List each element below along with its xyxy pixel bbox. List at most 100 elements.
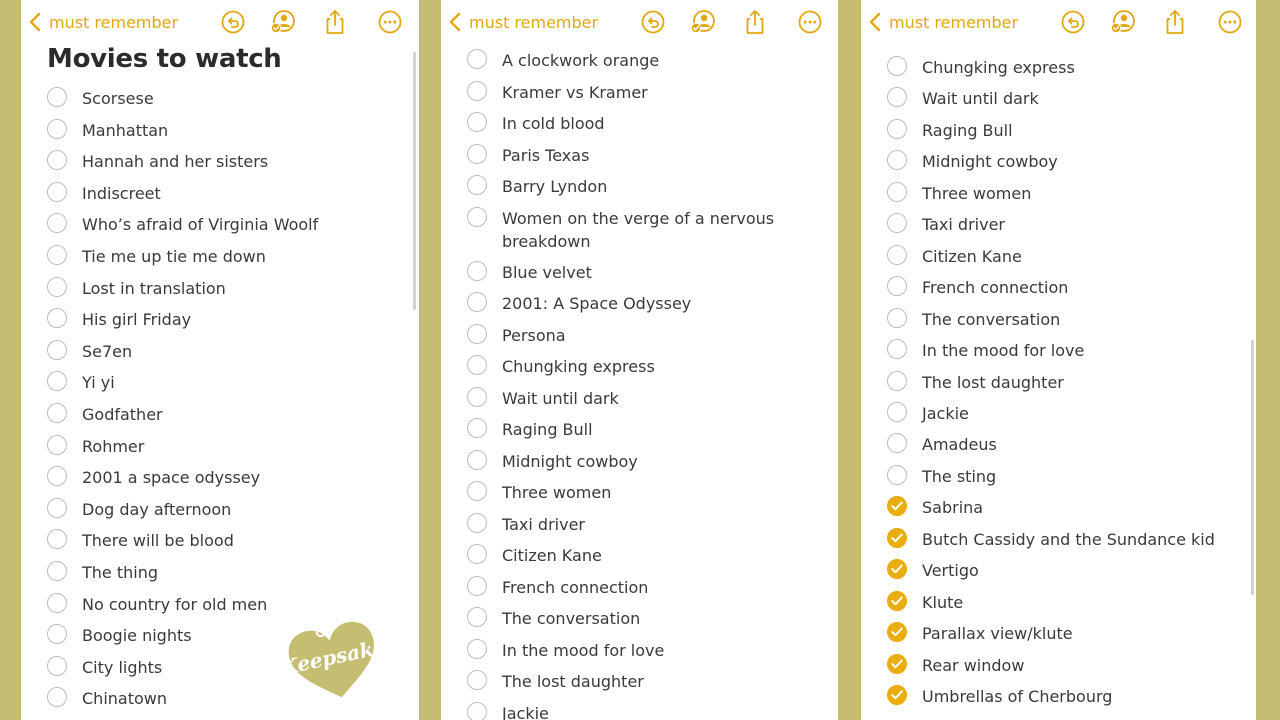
unchecked-circle-icon[interactable] [467, 292, 487, 312]
unchecked-circle-icon[interactable] [467, 260, 487, 281]
unchecked-circle-icon[interactable] [47, 308, 67, 329]
checked-circle-icon[interactable] [887, 622, 907, 643]
unchecked-circle-icon[interactable] [467, 481, 487, 501]
checklist-item[interactable]: Raging Bull [887, 118, 1236, 142]
unchecked-circle-icon[interactable] [467, 701, 487, 720]
scrollbar[interactable] [1251, 340, 1254, 595]
unchecked-circle-icon[interactable] [887, 401, 907, 422]
unchecked-circle-icon[interactable] [47, 529, 67, 550]
unchecked-circle-icon[interactable] [887, 307, 907, 328]
unchecked-circle-icon[interactable] [467, 49, 487, 69]
checklist-item[interactable]: The lost daughter [887, 370, 1236, 394]
checklist-item[interactable]: Hannah and her sisters [47, 149, 399, 173]
more-icon[interactable] [1217, 9, 1243, 35]
back-button[interactable]: must remember [29, 10, 178, 34]
unchecked-circle-icon[interactable] [47, 655, 67, 676]
unchecked-circle-icon[interactable] [47, 624, 67, 645]
checklist-item[interactable]: Barry Lyndon [467, 174, 818, 198]
unchecked-circle-icon[interactable] [47, 403, 67, 423]
unchecked-circle-icon[interactable] [467, 323, 487, 344]
unchecked-circle-icon[interactable] [887, 150, 907, 171]
checklist-item[interactable]: No country for old men [47, 592, 399, 616]
checklist-item[interactable]: Citizen Kane [887, 244, 1236, 268]
checklist-item[interactable]: Jackie [887, 401, 1236, 425]
unchecked-circle-icon[interactable] [887, 276, 907, 297]
unchecked-circle-icon[interactable] [887, 87, 907, 108]
unchecked-circle-icon[interactable] [47, 245, 67, 265]
checked-circle-icon[interactable] [887, 590, 907, 611]
back-button[interactable]: must remember [869, 10, 1018, 34]
checklist-item[interactable]: Sabrina [887, 495, 1236, 519]
checklist-item[interactable]: Lost in translation [47, 276, 399, 300]
checklist-item[interactable]: Wait until dark [887, 86, 1236, 110]
unchecked-circle-icon[interactable] [467, 575, 487, 596]
unchecked-circle-icon[interactable] [47, 371, 67, 392]
checklist-item[interactable]: Midnight cowboy [467, 449, 818, 473]
unchecked-circle-icon[interactable] [47, 87, 67, 107]
unchecked-circle-icon[interactable] [47, 434, 67, 455]
checklist-item[interactable]: His girl Friday [47, 307, 399, 331]
checklist-item[interactable]: Scorsese [47, 86, 399, 110]
checklist-item[interactable]: Three women [887, 181, 1236, 205]
checked-circle-icon[interactable] [887, 653, 907, 674]
share-person-icon[interactable] [1109, 9, 1135, 35]
checked-circle-icon[interactable] [887, 685, 907, 705]
unchecked-circle-icon[interactable] [467, 418, 487, 438]
checklist-item[interactable]: Rear window [887, 653, 1236, 677]
unchecked-circle-icon[interactable] [47, 592, 67, 613]
checklist-item[interactable]: The thing [47, 560, 399, 584]
checklist-item[interactable]: Persona [467, 323, 818, 347]
checklist-item[interactable]: In cold blood [467, 111, 818, 135]
checklist-item[interactable]: 2001: A Space Odyssey [467, 291, 818, 315]
checklist-item[interactable]: The sting [887, 464, 1236, 488]
unchecked-circle-icon[interactable] [47, 118, 67, 139]
checklist-item[interactable]: Midnight cowboy [887, 149, 1236, 173]
checklist-item[interactable]: Paris Texas [467, 143, 818, 167]
checklist-item[interactable]: Tie me up tie me down [47, 244, 399, 268]
checklist-item[interactable]: Vertigo [887, 558, 1236, 582]
checklist-item[interactable]: Indiscreet [47, 181, 399, 205]
unchecked-circle-icon[interactable] [467, 607, 487, 627]
share-icon[interactable] [323, 9, 349, 35]
unchecked-circle-icon[interactable] [467, 206, 487, 227]
checklist-item[interactable]: Godfather [47, 402, 399, 426]
unchecked-circle-icon[interactable] [467, 544, 487, 564]
unchecked-circle-icon[interactable] [467, 175, 487, 195]
checklist-item[interactable]: 2001 a space odyssey [47, 465, 399, 489]
checklist-item[interactable]: The conversation [467, 606, 818, 630]
unchecked-circle-icon[interactable] [47, 339, 67, 360]
checklist-item[interactable]: French connection [887, 275, 1236, 299]
undo-icon[interactable] [220, 9, 246, 35]
checklist-item[interactable]: Chungking express [887, 55, 1236, 79]
undo-icon[interactable] [1060, 9, 1086, 35]
unchecked-circle-icon[interactable] [47, 466, 67, 487]
unchecked-circle-icon[interactable] [467, 143, 487, 164]
checklist-item[interactable]: Umbrellas of Cherbourg [887, 684, 1236, 708]
checklist-item[interactable]: Parallax view/klute [887, 621, 1236, 645]
more-icon[interactable] [377, 9, 403, 35]
checklist-item[interactable]: Jackie [467, 701, 818, 720]
back-button[interactable]: must remember [449, 10, 598, 34]
unchecked-circle-icon[interactable] [887, 56, 907, 76]
checked-circle-icon[interactable] [887, 559, 907, 580]
checklist-item[interactable]: Chungking express [467, 354, 818, 378]
checklist-item[interactable]: A clockwork orange [467, 48, 818, 72]
unchecked-circle-icon[interactable] [47, 181, 67, 202]
checked-circle-icon[interactable] [887, 527, 907, 548]
checklist-item[interactable]: The lost daughter [467, 669, 818, 693]
scrollbar[interactable] [413, 52, 416, 310]
checklist-item[interactable]: Raging Bull [467, 417, 818, 441]
share-person-icon[interactable] [689, 9, 715, 35]
unchecked-circle-icon[interactable] [467, 670, 487, 690]
unchecked-circle-icon[interactable] [887, 433, 907, 454]
checklist-item[interactable]: Se7en [47, 339, 399, 363]
checklist-item[interactable]: In the mood for love [887, 338, 1236, 362]
checklist-item[interactable]: Three women [467, 480, 818, 504]
share-person-icon[interactable] [269, 9, 295, 35]
unchecked-circle-icon[interactable] [887, 244, 907, 265]
undo-icon[interactable] [640, 9, 666, 35]
checklist-item[interactable]: Who’s afraid of Virginia Woolf [47, 212, 399, 236]
unchecked-circle-icon[interactable] [467, 355, 487, 375]
checklist-item[interactable]: Dog day afternoon [47, 497, 399, 521]
unchecked-circle-icon[interactable] [467, 638, 487, 659]
